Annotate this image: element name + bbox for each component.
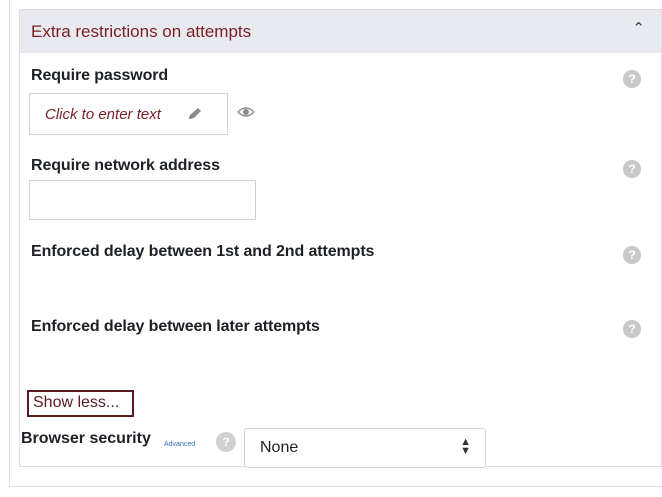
help-icon[interactable]: ? (623, 246, 641, 264)
help-icon[interactable]: ? (623, 160, 641, 178)
help-icon[interactable]: ? (623, 70, 641, 88)
section-header[interactable]: Extra restrictions on attempts ⌃ (19, 9, 662, 53)
show-less-link[interactable]: Show less... (27, 390, 134, 417)
require-network-label: Require network address (31, 157, 220, 174)
eye-icon[interactable] (237, 105, 255, 119)
browser-security-label: Browser security (21, 430, 151, 447)
help-icon[interactable]: ? (216, 432, 236, 452)
password-field[interactable]: Click to enter text (29, 93, 228, 135)
password-placeholder: Click to enter text (45, 106, 161, 123)
network-address-input[interactable] (29, 180, 256, 220)
chevron-up-icon[interactable]: ⌃ (632, 19, 645, 39)
pencil-icon[interactable] (186, 106, 204, 122)
help-icon[interactable]: ? (623, 320, 641, 338)
delay-first-second-label: Enforced delay between 1st and 2nd attem… (31, 243, 375, 260)
select-arrows-icon: ▲ ▼ (460, 436, 471, 457)
delay-later-label: Enforced delay between later attempts (31, 318, 320, 335)
browser-security-value: None (260, 439, 299, 456)
advanced-tag: Advanced (164, 441, 196, 448)
section-title: Extra restrictions on attempts (31, 22, 252, 41)
require-password-label: Require password (31, 67, 169, 84)
browser-security-select[interactable]: None ▲ ▼ (244, 428, 486, 468)
